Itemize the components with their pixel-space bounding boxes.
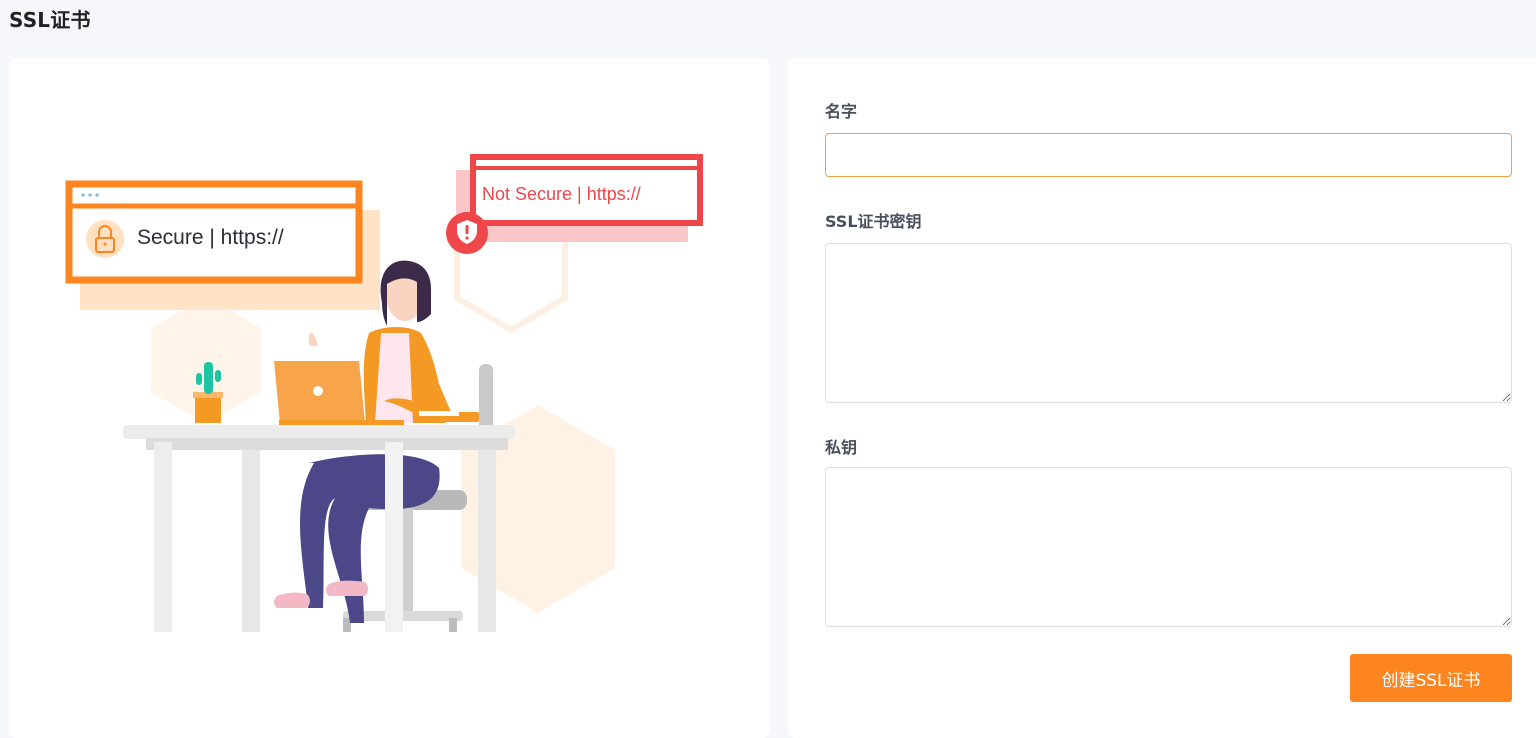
not-secure-url-text: Not Secure | https://: [482, 184, 641, 204]
cert-key-textarea[interactable]: [825, 243, 1512, 403]
cactus-pot: [195, 395, 221, 423]
person-legs: [299, 454, 440, 623]
ssl-illustration: Secure | https:// Not Secure | https://: [65, 154, 703, 632]
private-key-label: 私钥: [825, 438, 858, 457]
page-title: SSL证书: [9, 8, 91, 32]
cactus: [204, 362, 213, 394]
create-ssl-certificate-button[interactable]: 创建SSL证书: [1350, 654, 1512, 702]
desk-top: [123, 425, 515, 439]
private-key-textarea[interactable]: [825, 467, 1512, 627]
form-card: 名字 SSL证书密钥 私钥 创建SSL证书: [788, 58, 1536, 738]
illustration-card: Secure | https:// Not Secure | https://: [9, 58, 770, 738]
name-input[interactable]: [825, 133, 1512, 177]
person-shoe: [326, 580, 368, 596]
name-label: 名字: [825, 102, 858, 121]
window-dot: [81, 193, 85, 197]
secure-url-text: Secure | https://: [137, 226, 284, 249]
window-dot: [95, 193, 99, 197]
person-shoe: [274, 592, 310, 608]
window-dot: [88, 193, 92, 197]
cert-key-label: SSL证书密钥: [825, 212, 922, 231]
